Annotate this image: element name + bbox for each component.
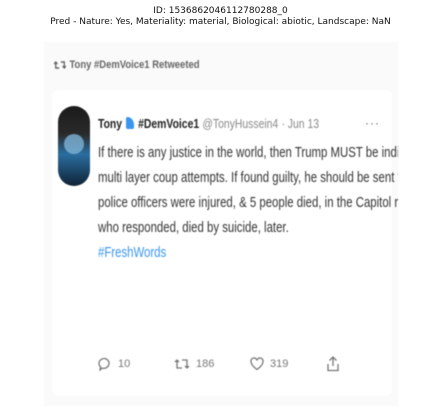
share-icon bbox=[326, 356, 340, 372]
like-button[interactable]: 319 bbox=[250, 357, 326, 371]
like-icon bbox=[250, 357, 264, 371]
tweet-card[interactable]: Tony #DemVoice1 @TonyHussein4 · Jun 13 ·… bbox=[52, 90, 398, 396]
tweet-text-line: If there is any justice in the world, th… bbox=[98, 144, 398, 161]
tweet-screenshot: Tony #DemVoice1 Retweeted Tony #DemVoice… bbox=[44, 42, 398, 406]
reply-button[interactable]: 10 bbox=[98, 357, 174, 371]
share-button[interactable] bbox=[326, 356, 340, 372]
reply-icon bbox=[98, 357, 112, 371]
tweet-text-line: police officers were injured, & 5 people… bbox=[98, 194, 398, 211]
retweet-count: 186 bbox=[196, 358, 215, 370]
tweet-text-line: who responded, died by suicide, later. bbox=[98, 219, 289, 236]
author-tag[interactable]: #DemVoice1 bbox=[138, 116, 199, 131]
avatar[interactable] bbox=[58, 106, 90, 186]
retweet-button[interactable]: 186 bbox=[174, 357, 250, 371]
hashtag-link[interactable]: #FreshWords bbox=[98, 240, 387, 265]
more-icon[interactable]: ··· bbox=[365, 116, 380, 130]
tweet-text-line: multi layer coup attempts. If found guil… bbox=[98, 169, 398, 186]
tweet-text: If there is any justice in the world, th… bbox=[98, 140, 398, 265]
retweet-icon bbox=[54, 59, 67, 71]
reply-count: 10 bbox=[118, 358, 131, 370]
author-name[interactable]: Tony bbox=[98, 116, 122, 131]
retweet-indicator: Tony #DemVoice1 Retweeted bbox=[54, 57, 200, 73]
verified-icon bbox=[126, 117, 135, 129]
tweet-actions: 10 186 319 bbox=[98, 352, 378, 376]
tweet-date[interactable]: · Jun 13 bbox=[281, 116, 319, 131]
tweet-header: Tony #DemVoice1 @TonyHussein4 · Jun 13 bbox=[98, 114, 319, 132]
avatar-badge bbox=[64, 134, 84, 154]
caption-id: ID: 1536862046112780288_0 bbox=[153, 6, 288, 16]
caption-prediction: Pred - Nature: Yes, Materiality: materia… bbox=[50, 17, 391, 27]
like-count: 319 bbox=[270, 358, 289, 370]
retweet-icon bbox=[174, 357, 190, 371]
author-handle[interactable]: @TonyHussein4 bbox=[202, 116, 278, 131]
retweet-label[interactable]: Tony #DemVoice1 Retweeted bbox=[69, 59, 199, 71]
image-caption: ID: 1536862046112780288_0 Pred - Nature:… bbox=[0, 6, 441, 28]
